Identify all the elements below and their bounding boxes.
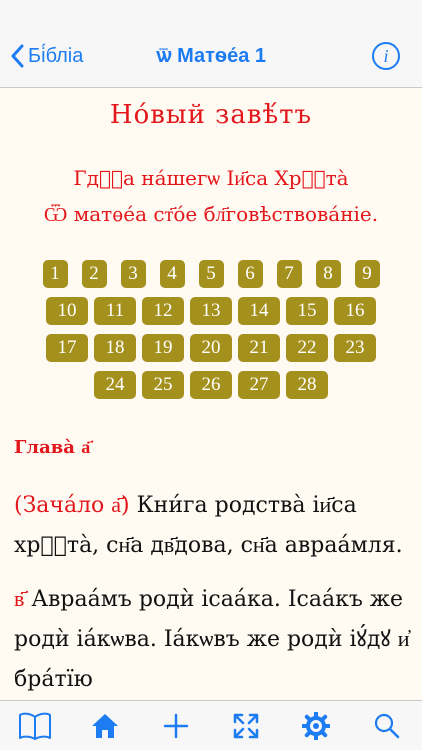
chapter-button[interactable]: 22 (286, 334, 328, 362)
tab-book[interactable] (13, 704, 57, 748)
book-title: Но́вый завѣ́тъ (109, 100, 313, 130)
verse-2: в҃ Авраа́мъ родѝ ісаа́ка. Ісаа́къ же род… (14, 580, 412, 700)
tab-search[interactable] (365, 704, 409, 748)
tab-settings[interactable] (294, 704, 338, 748)
chapter-button[interactable]: 4 (159, 260, 185, 288)
subtitle-line-1: Гдⷭ҇а на́шегѡ Іи҃са Хрⷭ҇та̀ (73, 166, 349, 190)
home-icon (92, 713, 119, 738)
chapter-button[interactable]: 27 (238, 371, 280, 399)
tab-bar (0, 700, 422, 750)
chapter-button[interactable]: 12 (142, 297, 184, 325)
fullscreen-icon (233, 713, 259, 738)
chapter-button[interactable]: 18 (94, 334, 136, 362)
chapter-grid: 1 2 3 4 5 6 7 8 9 10 11 12 13 14 15 16 17 18 19 20 21 22 23 24 2… (21, 260, 401, 399)
chapter-button[interactable]: 13 (190, 297, 232, 325)
chapter-button[interactable]: 8 (315, 260, 341, 288)
book-icon (19, 712, 52, 740)
verse-2-text: Авраа́мъ родѝ ісаа́ка. Ісаа́къ же родѝ і… (14, 587, 410, 692)
chapter-button[interactable]: 21 (238, 334, 280, 362)
chapter-button[interactable]: 23 (334, 334, 376, 362)
chapter-button[interactable]: 2 (81, 260, 107, 288)
reading-pane: Но́вый завѣ́тъ Гдⷭ҇а на́шегѡ Іи҃са Хрⷭ҇т… (0, 88, 422, 700)
book-subtitle: Гдⷭ҇а на́шегѡ Іи҃са Хрⷭ҇та̀ Ѿ матѳе́а ст… (0, 160, 422, 232)
chapter-button[interactable]: 24 (94, 371, 136, 399)
verse-1-marker: (Зача́ло а҃) (14, 493, 130, 518)
tab-fullscreen[interactable] (224, 704, 268, 748)
info-icon[interactable]: i (372, 42, 400, 70)
gear-icon (302, 711, 331, 740)
chapter-button[interactable]: 10 (46, 297, 88, 325)
chapter-button[interactable]: 6 (237, 260, 263, 288)
chapter-button[interactable]: 26 (190, 371, 232, 399)
chapter-button[interactable]: 5 (198, 260, 224, 288)
chapter-button[interactable]: 9 (354, 260, 380, 288)
verse-1: (Зача́ло а҃) Кни́га родства̀ іи҃са хрⷭ҇т… (14, 486, 412, 566)
chapter-button[interactable]: 20 (190, 334, 232, 362)
navigation-bar: Бі́бліа ѿ Матѳе́а 1 i (0, 0, 422, 88)
tab-add[interactable] (154, 704, 198, 748)
chapter-heading: Глава̀ а҃ (14, 437, 91, 458)
tab-home[interactable] (83, 704, 127, 748)
chapter-button[interactable]: 25 (142, 371, 184, 399)
chapter-button[interactable]: 28 (286, 371, 328, 399)
chapter-button[interactable]: 11 (94, 297, 136, 325)
page-title: ѿ Матѳе́а 1 (155, 44, 267, 67)
chapter-button[interactable]: 16 (334, 297, 376, 325)
chapter-button[interactable]: 1 (42, 260, 68, 288)
verse-2-marker: в҃ (14, 587, 25, 612)
chapter-button[interactable]: 14 (238, 297, 280, 325)
chapter-button[interactable]: 3 (120, 260, 146, 288)
chapter-button[interactable]: 7 (276, 260, 302, 288)
search-icon (374, 713, 400, 738)
chapter-button[interactable]: 19 (142, 334, 184, 362)
chapter-button[interactable]: 15 (286, 297, 328, 325)
chapter-button[interactable]: 17 (46, 334, 88, 362)
subtitle-line-2: Ѿ матѳе́а ст҃о́е бл҃говѣствова́ніе. (43, 202, 379, 226)
plus-icon (163, 713, 189, 738)
